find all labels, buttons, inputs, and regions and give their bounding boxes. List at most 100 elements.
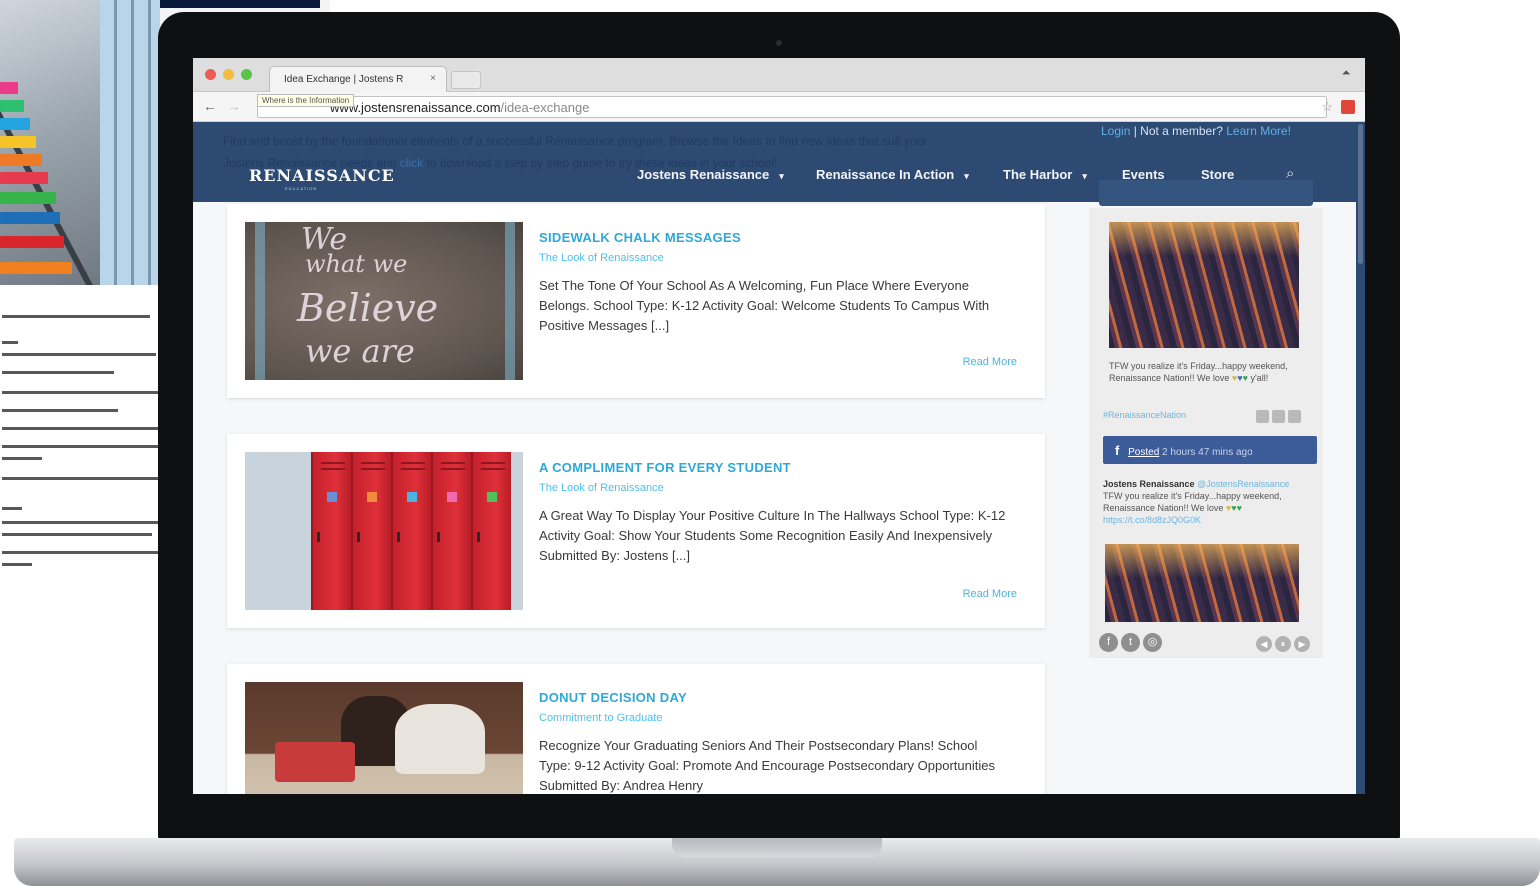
address-bar[interactable]: www.jostensrenaissance.com/idea-exchange: [257, 96, 1327, 118]
chevron-down-icon: ▾: [779, 171, 784, 181]
poster-text-line: [2, 521, 158, 524]
retweet-icon[interactable]: [1272, 410, 1285, 423]
next-icon[interactable]: ▶: [1294, 636, 1310, 652]
chevron-down-icon: ▾: [964, 171, 969, 181]
forward-arrow-icon[interactable]: →: [227, 98, 241, 114]
page-scrollbar[interactable]: [1356, 122, 1365, 794]
instagram-circle-icon[interactable]: ◎: [1143, 633, 1162, 652]
locker-vent: [401, 468, 425, 470]
favorite-icon[interactable]: [1288, 410, 1301, 423]
locker-handle: [437, 532, 440, 542]
post-author[interactable]: Jostens Renaissance: [1103, 479, 1195, 489]
locker-note: [487, 492, 497, 502]
facebook-circle-icon[interactable]: f: [1099, 633, 1118, 652]
maximize-window-button[interactable]: [241, 69, 252, 80]
locker-vent: [401, 462, 425, 464]
stair-color-strip: [0, 136, 36, 148]
locker-handle: [357, 532, 360, 542]
post-hashtag-link[interactable]: #RenaissanceNation: [1103, 410, 1186, 420]
article-title[interactable]: DONUT DECISION DAY: [539, 690, 687, 705]
post-author-handle[interactable]: @JostensRenaissance: [1197, 479, 1289, 489]
locker-vent: [481, 468, 505, 470]
scrollbar-thumb[interactable]: [1358, 124, 1363, 264]
locker: [471, 452, 511, 610]
social-post-2: Jostens Renaissance @JostensRenaissance …: [1103, 478, 1307, 526]
locker: [311, 452, 351, 610]
feed-controls: ◀ ⏸ ▶: [1256, 634, 1313, 652]
stair-color-strip: [0, 236, 64, 248]
laptop-screen: Idea Exchange | Jostens R × ⏶ ← → www.jo…: [193, 58, 1365, 794]
facebook-post-bar[interactable]: f Posted 2 hours 47 mins ago: [1103, 436, 1317, 464]
stair-color-strip: [0, 118, 30, 130]
article-category[interactable]: The Look of Renaissance: [539, 252, 664, 264]
chalk-word: Believe: [297, 286, 439, 330]
poster-text-line: [2, 391, 158, 394]
nav-the-harbor[interactable]: The Harbor ▾: [1003, 167, 1087, 182]
tab-close-icon[interactable]: ×: [430, 73, 436, 84]
nav-jostens-renaissance[interactable]: Jostens Renaissance ▾: [637, 167, 784, 182]
article-image-chalk[interactable]: We what we Believe we are: [245, 222, 523, 380]
stair-color-strip: [0, 100, 24, 112]
read-more-link[interactable]: Read More: [963, 588, 1017, 600]
poster-text-line: [2, 477, 158, 480]
site-logo[interactable]: RENAISSANCE: [249, 166, 395, 185]
back-arrow-icon[interactable]: ←: [203, 98, 217, 114]
article-image-lockers[interactable]: [245, 452, 523, 610]
social-network-buttons: f t ◎: [1099, 632, 1165, 652]
post-link[interactable]: https://t.co/8d8zJQ0G0K: [1103, 515, 1201, 525]
nav-renaissance-in-action[interactable]: Renaissance In Action ▾: [816, 167, 969, 182]
profile-icon[interactable]: ⏶: [1339, 67, 1353, 81]
locker-note: [327, 492, 337, 502]
browser-toolbar: ← → www.jostensrenaissance.com/idea-exch…: [193, 92, 1365, 122]
poster-text-line: [2, 371, 114, 374]
browser-tab[interactable]: Idea Exchange | Jostens R ×: [269, 66, 447, 92]
read-more-link[interactable]: Read More: [963, 356, 1017, 368]
social-post-2-photo[interactable]: [1105, 544, 1299, 622]
chalk-word: what we: [305, 250, 408, 278]
article-image-students[interactable]: [245, 682, 523, 794]
previous-icon[interactable]: ◀: [1256, 636, 1272, 652]
login-strip: Login | Not a member? Learn More!: [1101, 124, 1345, 142]
article-category[interactable]: Commitment to Graduate: [539, 712, 663, 724]
stair-color-strip: [0, 154, 42, 166]
close-window-button[interactable]: [205, 69, 216, 80]
locker-note: [407, 492, 417, 502]
new-tab-button[interactable]: [451, 71, 481, 89]
poster-text-line: [2, 315, 150, 318]
chalk-border: [505, 222, 515, 380]
pause-icon[interactable]: ⏸: [1275, 636, 1291, 652]
facebook-posted-link[interactable]: Posted: [1128, 447, 1159, 458]
stage-lights: [1105, 544, 1299, 578]
intro-download-link[interactable]: click: [400, 156, 423, 170]
locker-note: [447, 492, 457, 502]
poster-text-line: [2, 533, 152, 536]
laptop-camera: [776, 40, 782, 46]
locker-vent: [321, 462, 345, 464]
reply-icon[interactable]: [1256, 410, 1269, 423]
article-category[interactable]: The Look of Renaissance: [539, 482, 664, 494]
poster-text-line: [2, 551, 158, 554]
locker-vent: [481, 462, 505, 464]
login-link[interactable]: Login: [1101, 124, 1130, 138]
article-title[interactable]: A COMPLIMENT FOR EVERY STUDENT: [539, 460, 791, 475]
url-tooltip: Where is the Information: [257, 94, 355, 107]
post-action-buttons: [1253, 410, 1301, 428]
social-post-photo[interactable]: [1109, 222, 1299, 348]
chalk-word: we are: [305, 332, 415, 370]
browser-tab-strip: Idea Exchange | Jostens R × ⏶: [193, 58, 1365, 92]
poster-text-line: [2, 445, 158, 448]
learn-more-link[interactable]: Learn More!: [1226, 124, 1291, 138]
article-excerpt: Recognize Your Graduating Seniors And Th…: [539, 738, 995, 793]
twitter-circle-icon[interactable]: t: [1121, 633, 1140, 652]
article-card: We what we Believe we are SIDEWALK CHALK…: [227, 204, 1045, 398]
poster-text-line: [2, 457, 42, 460]
bookmark-star-icon[interactable]: ☆: [1321, 99, 1333, 115]
article-card: DONUT DECISION DAY Commitment to Graduat…: [227, 664, 1045, 794]
hearts-emoji: ♥♥♥: [1231, 373, 1248, 383]
locker-vent: [321, 468, 345, 470]
minimize-window-button[interactable]: [223, 69, 234, 80]
social-widget-header: [1099, 180, 1313, 206]
article-excerpt: A Great Way To Display Your Positive Cul…: [539, 508, 1006, 563]
article-title[interactable]: SIDEWALK CHALK MESSAGES: [539, 230, 741, 245]
browser-menu-icon[interactable]: [1341, 100, 1355, 114]
